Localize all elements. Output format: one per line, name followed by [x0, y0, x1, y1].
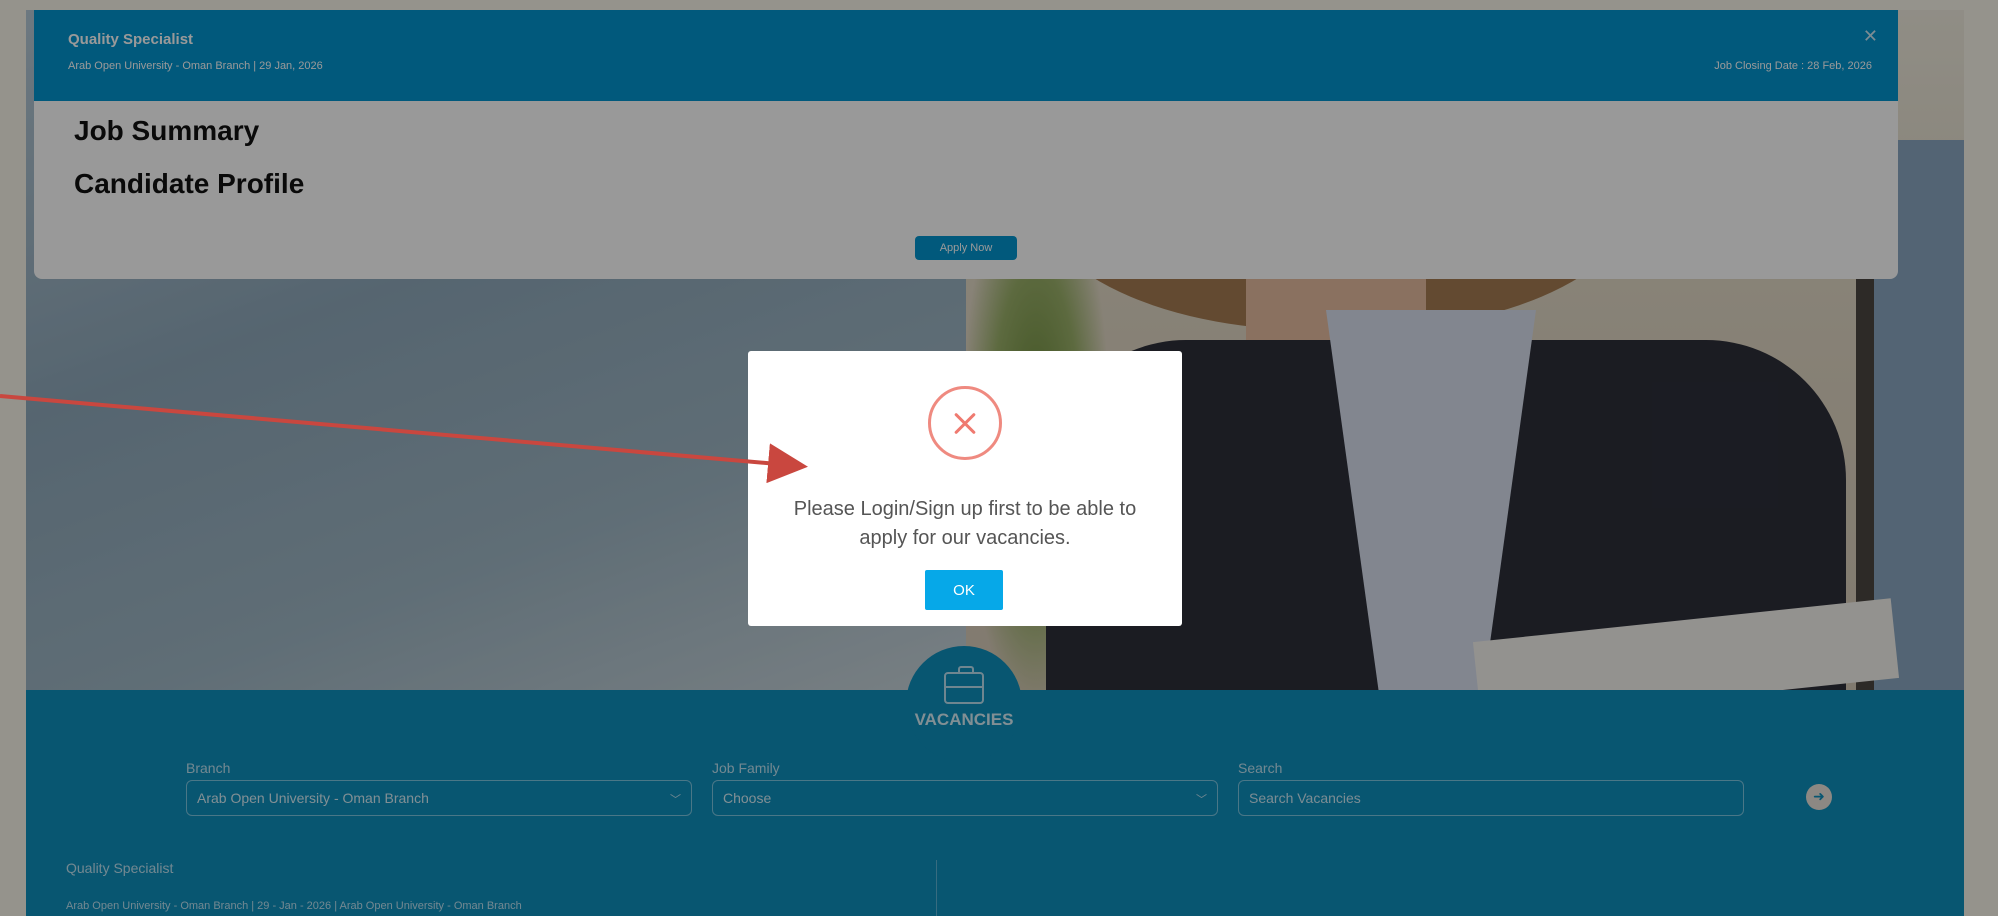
annotation-arrow [0, 394, 808, 484]
annotation-arrow-line [0, 394, 808, 484]
